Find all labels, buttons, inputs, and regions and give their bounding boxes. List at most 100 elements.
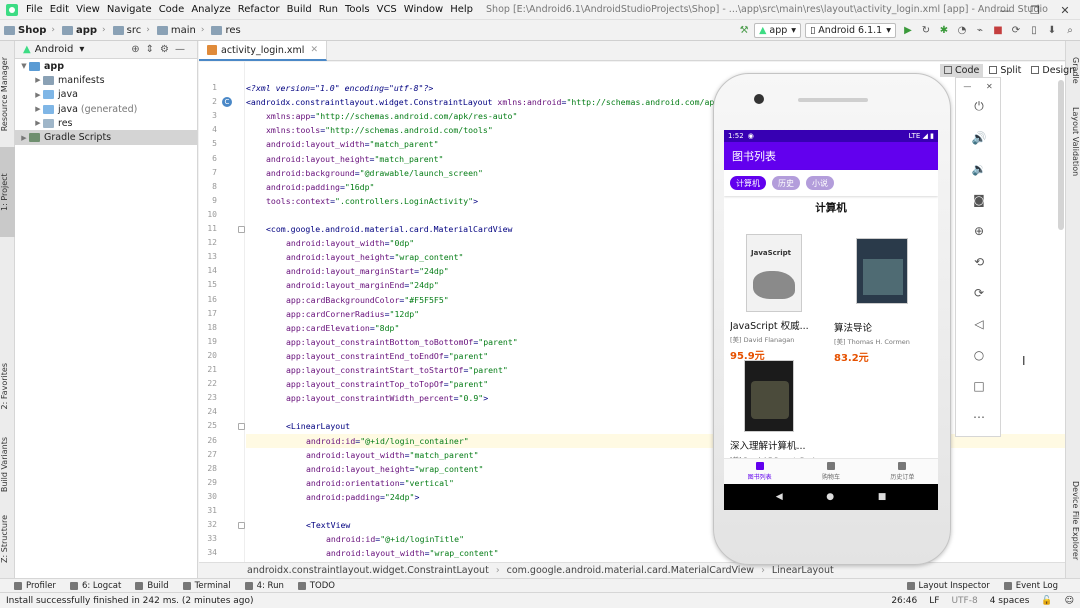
code-line[interactable]: <com.google.android.material.card.Materi… [246, 222, 512, 236]
tree-item[interactable]: ▶ java [15, 88, 197, 102]
expand-arrow-icon[interactable]: ▶ [33, 91, 43, 99]
bottom-nav-item[interactable]: 历史订单 [867, 459, 938, 484]
menu-item-view[interactable]: View [76, 4, 100, 15]
file-encoding[interactable]: UTF-8 [951, 596, 977, 606]
code-line[interactable]: app:cardElevation="8dp" [246, 321, 399, 335]
rotate-left-icon[interactable]: ⟲ [956, 246, 1002, 277]
code-line[interactable]: android:id="@+id/loginTitle" [246, 532, 464, 546]
back-icon[interactable]: ◁ [956, 308, 1002, 339]
device-select[interactable]: ▯ Android 6.1.1 ▾ [805, 23, 896, 38]
tab-favorites[interactable]: 2: Favorites [0, 363, 15, 409]
profile-icon[interactable]: ◔ [956, 25, 968, 37]
code-line[interactable]: xmlns:app="http://schemas.android.com/ap… [246, 109, 517, 123]
apply-changes-icon[interactable]: ↻ [920, 25, 932, 37]
editor-gutter[interactable]: 1 2 3 4 5 6 7 8 9 10 11 12 13 14 15 16 17 18 19 20 21 22 23 24 2… [199, 62, 245, 562]
rotate-right-icon[interactable]: ⟳ [956, 277, 1002, 308]
code-line[interactable]: app:layout_constraintWidth_percent="0.9"… [246, 391, 488, 405]
minimize-icon[interactable]: — [963, 82, 971, 91]
debug-icon[interactable]: ✱ [938, 25, 950, 37]
menu-item-analyze[interactable]: Analyze [191, 4, 230, 15]
code-line[interactable]: xmlns:tools="http://schemas.android.com/… [246, 123, 493, 137]
book-card[interactable]: 深入理解计算机...[美] Randal E.Bryant, Davi... [730, 360, 830, 464]
code-line[interactable]: android:layout_height="wrap_content" [246, 250, 463, 264]
fold-marker-icon[interactable] [238, 423, 245, 431]
expand-arrow-icon[interactable]: ▼ [19, 62, 29, 70]
menu-item-window[interactable]: Window [404, 4, 443, 15]
emulator-screen[interactable]: 1:52 ◉ LTE ◢ ▮ 图书列表 计算机 历史 小说 计算机 JavaScri… [724, 130, 938, 510]
tool-tab[interactable]: Event Log [1003, 581, 1058, 591]
tab-project[interactable]: 1: Project [0, 147, 15, 237]
bottom-nav-item[interactable]: 购物车 [795, 459, 866, 484]
code-line[interactable]: android:orientation="vertical" [246, 476, 454, 490]
sdk-manager-icon[interactable]: ⬇ [1046, 25, 1058, 37]
code-line[interactable]: app:cardCornerRadius="12dp" [246, 307, 419, 321]
zoom-icon[interactable]: ⊕ [956, 215, 1002, 246]
collapse-icon[interactable]: ⇕ [146, 44, 160, 55]
volume-up-icon[interactable]: 🔊 [956, 122, 1002, 153]
tab-layout-validation[interactable]: Layout Validation [1065, 107, 1080, 176]
nav-crumb-src[interactable]: src [112, 25, 141, 36]
expand-arrow-icon[interactable]: ▶ [33, 105, 43, 113]
menu-item-file[interactable]: File [26, 4, 43, 15]
code-line[interactable]: <androidx.constraintlayout.widget.Constr… [246, 95, 783, 109]
tool-tab[interactable]: TODO [297, 581, 335, 591]
close-window-icon[interactable]: ✕ [1050, 0, 1080, 20]
inspector-icon[interactable]: ☺ [1065, 596, 1074, 606]
run-config-select[interactable]: ▲ app ▾ [754, 23, 802, 38]
gear-icon[interactable]: ⚙ [160, 44, 175, 55]
attach-debugger-icon[interactable]: ⌁ [974, 25, 986, 37]
menu-item-edit[interactable]: Edit [50, 4, 69, 15]
restore-icon[interactable]: ❐ [1020, 0, 1050, 20]
code-line[interactable]: android:layout_width="0dp" [246, 236, 414, 250]
stop-icon[interactable]: ■ [992, 25, 1004, 37]
expand-arrow-icon[interactable]: ▶ [33, 119, 43, 127]
expand-arrow-icon[interactable]: ▶ [33, 76, 43, 84]
code-line[interactable]: <LinearLayout [246, 419, 350, 433]
run-icon[interactable]: ▶ [902, 25, 914, 37]
menu-item-vcs[interactable]: VCS [377, 4, 397, 15]
overview-icon[interactable]: ■ [878, 492, 887, 502]
tree-item[interactable]: ▶ java (generated) [15, 102, 197, 116]
minimize-icon[interactable]: — [990, 0, 1020, 20]
home-icon[interactable]: ● [826, 492, 834, 502]
close-icon[interactable]: ✕ [310, 45, 318, 55]
breadcrumb-item[interactable]: LinearLayout [772, 565, 834, 576]
line-separator[interactable]: LF [929, 596, 939, 606]
menu-item-build[interactable]: Build [287, 4, 312, 15]
nav-crumb-res[interactable]: res [211, 25, 241, 36]
more-icon[interactable]: ⋯ [956, 401, 1002, 432]
tool-tab[interactable]: Build [135, 581, 169, 591]
caret-position[interactable]: 26:46 [891, 596, 917, 606]
tool-tab[interactable]: 4: Run [244, 581, 284, 591]
code-line[interactable]: tools:context=".controllers.LoginActivit… [246, 194, 478, 208]
tool-tab[interactable]: Layout Inspector [906, 581, 990, 591]
project-view-select[interactable]: Android [35, 44, 74, 55]
home-icon[interactable]: ○ [956, 339, 1002, 370]
lock-icon[interactable]: 🔓 [1041, 596, 1052, 606]
locate-icon[interactable]: ⊕ [131, 44, 145, 55]
view-mode-split[interactable]: Split [985, 64, 1025, 77]
tree-item[interactable]: ▶ res [15, 116, 197, 130]
tool-tab[interactable]: 6: Logcat [69, 581, 121, 591]
tab-activity-login-xml[interactable]: activity_login.xml ✕ [199, 41, 327, 61]
tab-structure[interactable]: Z: Structure [0, 515, 15, 563]
code-line[interactable]: app:layout_constraintEnd_toEndOf="parent… [246, 349, 488, 363]
category-chip[interactable]: 计算机 [730, 176, 766, 190]
menu-item-refactor[interactable]: Refactor [238, 4, 280, 15]
overview-icon[interactable]: □ [956, 370, 1002, 401]
chevron-down-icon[interactable]: ▾ [79, 44, 84, 55]
book-card[interactable]: JavaScript 权威...[美] David Flanagan95.9元 [730, 234, 830, 362]
code-line[interactable]: android:layout_width="match_parent" [246, 448, 479, 462]
tree-item[interactable]: ▶ Gradle Scripts [15, 130, 197, 145]
editor-scrollbar[interactable] [1058, 80, 1064, 230]
code-line[interactable]: <TextView [246, 518, 350, 532]
menu-item-navigate[interactable]: Navigate [107, 4, 152, 15]
tab-device-file-explorer[interactable]: Device File Explorer [1065, 481, 1080, 560]
code-line[interactable]: android:layout_width="wrap_content" [246, 546, 499, 560]
code-line[interactable]: app:layout_constraintStart_toStartOf="pa… [246, 363, 508, 377]
tool-tab[interactable]: Terminal [182, 581, 231, 591]
sync-icon[interactable]: ⟳ [1010, 25, 1022, 37]
code-line[interactable]: android:padding="16dp" [246, 180, 374, 194]
bottom-nav-item[interactable]: 图书列表 [724, 459, 795, 484]
camera-icon[interactable]: ◙ [956, 184, 1002, 215]
